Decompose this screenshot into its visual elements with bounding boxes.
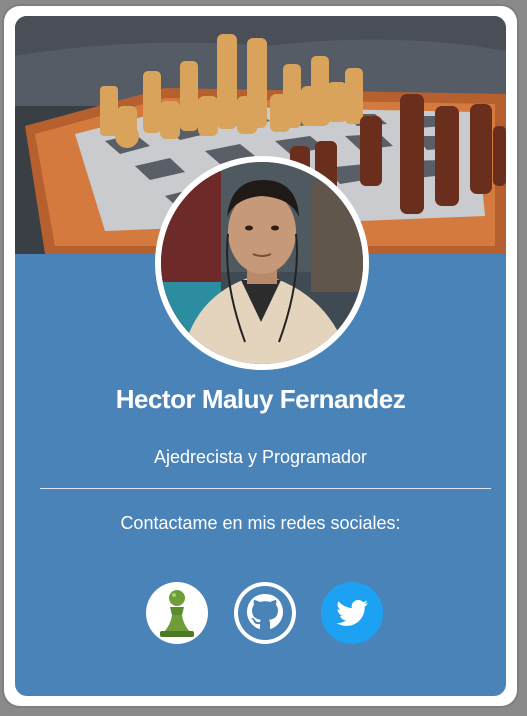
avatar [155,156,369,370]
profile-name: Hector Maluy Fernandez [115,384,406,414]
chess-pawn-icon [160,590,194,637]
github-link[interactable] [234,582,296,644]
twitter-link[interactable] [321,582,383,644]
profile-card: Hector Maluy Fernandez Ajedrecista y Pro… [15,16,506,696]
profile-card-frame: Hector Maluy Fernandez Ajedrecista y Pro… [4,6,517,706]
contact-text: Contactame en mis redes sociales: [120,513,401,533]
twitter-icon [336,600,368,626]
github-icon [238,586,292,640]
profile-role: Ajedrecista y Programador [153,447,368,467]
divider [40,488,491,489]
chess-link[interactable] [146,582,208,644]
